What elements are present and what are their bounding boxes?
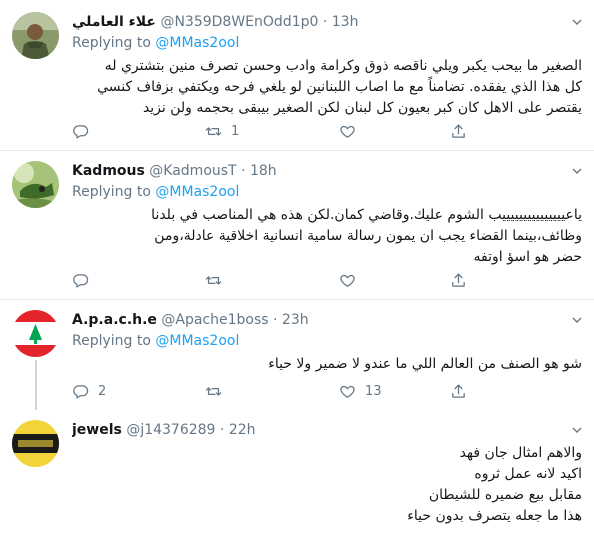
retweet-icon (205, 386, 222, 396)
avatar[interactable] (12, 420, 59, 467)
share-button[interactable] (450, 270, 467, 290)
tweet-text-line: ياعيييييييييييييييب الشوم عليك.وقاضي كما… (151, 207, 582, 223)
replying-to: Replying to @MMas2ool (72, 184, 240, 200)
share-button[interactable] (450, 121, 467, 141)
reply-button[interactable] (72, 270, 98, 290)
tweet-text-line: مقابل بيع ضميره للشيطان (428, 487, 582, 503)
share-icon (452, 123, 465, 138)
avatar[interactable] (12, 161, 59, 208)
tweet-header: علاء العاملي @N359D8WEnOdd1p0 · 13h (72, 14, 359, 30)
retweet-count: 1 (231, 123, 240, 139)
user-handle[interactable]: @j14376289 (126, 422, 215, 438)
tweet-text-line: والاهم امثال جان فهد (459, 445, 582, 461)
reply-icon (73, 124, 89, 139)
replying-to: Replying to @MMas2ool (72, 35, 240, 51)
user-handle[interactable]: @Apache1boss (161, 312, 268, 328)
tweet-1[interactable]: علاء العاملي @N359D8WEnOdd1p0 · 13h Repl… (0, 0, 594, 150)
like-icon (340, 385, 355, 398)
tweet-2[interactable]: Kadmous @KadmousT · 18h Replying to @MMa… (0, 151, 594, 299)
tweet-time[interactable]: 22h (229, 422, 256, 438)
reply-button[interactable] (72, 121, 98, 141)
like-button[interactable] (339, 121, 365, 141)
retweet-button[interactable] (205, 381, 231, 401)
share-button[interactable] (450, 381, 467, 401)
tweet-header: Kadmous @KadmousT · 18h (72, 163, 277, 179)
retweet-button[interactable] (205, 270, 231, 290)
avatar[interactable] (12, 310, 59, 357)
tweet-text-line: يقتصر على الاهل كان كبر بعيون كل لبنان ل… (142, 100, 582, 116)
tweet-text: ياعيييييييييييييييب الشوم عليك.وقاضي كما… (72, 205, 582, 268)
replying-to-link[interactable]: @MMas2ool (155, 35, 239, 51)
chevron-down-icon[interactable] (572, 315, 582, 325)
tweet-text: والاهم امثال جان فهد اكيد لانه عمل ثروه … (72, 443, 582, 527)
tweet-actions (72, 270, 522, 290)
tweet-text-line: وظائف،بينما القضاء يجب ان يمون رسالة سام… (154, 228, 582, 244)
thread-connector (35, 360, 37, 410)
display-name[interactable]: jewels (72, 422, 122, 438)
replying-to-link[interactable]: @MMas2ool (155, 333, 239, 349)
tweet-text-line: كل هذا الذي يفقده. تضامناً مع ما اصاب ال… (97, 79, 582, 95)
tweet-actions: 2 13 (72, 381, 522, 401)
display-name[interactable]: A.p.a.c.h.e (72, 312, 157, 328)
reply-icon (73, 384, 89, 399)
tweet-text: الصغير ما بيحب يكبر ويلي ناقصه ذوق وكرام… (72, 56, 582, 119)
display-name[interactable]: Kadmous (72, 163, 145, 179)
like-button[interactable] (339, 270, 365, 290)
display-name[interactable]: علاء العاملي (72, 14, 156, 30)
replying-to: Replying to @MMas2ool (72, 333, 240, 349)
like-icon (340, 274, 355, 287)
tweet-text: شو هو الصنف من العالم اللي ما عندو لا ضم… (72, 354, 582, 375)
reply-count: 2 (98, 383, 107, 399)
tweet-text-line: حضر هو اسؤ اوتفه (473, 249, 582, 265)
tweet-time[interactable]: 23h (282, 312, 309, 328)
chevron-down-icon[interactable] (572, 425, 582, 435)
replying-to-link[interactable]: @MMas2ool (155, 184, 239, 200)
retweet-icon (205, 126, 222, 136)
tweet-actions: 1 (72, 121, 522, 141)
like-button[interactable]: 13 (339, 381, 382, 401)
tweet-time[interactable]: 13h (332, 14, 359, 30)
retweet-button[interactable]: 1 (205, 121, 239, 141)
user-handle[interactable]: @N359D8WEnOdd1p0 (160, 14, 318, 30)
like-count: 13 (365, 383, 382, 399)
tweet-3[interactable]: A.p.a.c.h.e @Apache1boss · 23h Replying … (0, 300, 594, 410)
share-icon (452, 383, 465, 398)
tweet-time[interactable]: 18h (250, 163, 277, 179)
tweet-header: jewels @j14376289 · 22h (72, 422, 256, 438)
tweet-4[interactable]: jewels @j14376289 · 22h والاهم امثال جان… (0, 410, 594, 533)
share-icon (452, 272, 465, 287)
user-handle[interactable]: @KadmousT (149, 163, 236, 179)
tweet-text-line: اكيد لانه عمل ثروه (474, 466, 582, 482)
tweet-header: A.p.a.c.h.e @Apache1boss · 23h (72, 312, 309, 328)
chevron-down-icon[interactable] (572, 17, 582, 27)
reply-icon (73, 273, 89, 288)
reply-button[interactable]: 2 (72, 381, 106, 401)
like-icon (340, 125, 355, 138)
tweet-text-line: الصغير ما بيحب يكبر ويلي ناقصه ذوق وكرام… (104, 58, 582, 74)
avatar[interactable] (12, 12, 59, 59)
tweet-text-line: شو هو الصنف من العالم اللي ما عندو لا ضم… (268, 356, 582, 372)
chevron-down-icon[interactable] (572, 166, 582, 176)
retweet-icon (205, 275, 222, 285)
tweet-text-line: هذا ما جعله يتصرف بدون حياء (407, 508, 582, 524)
